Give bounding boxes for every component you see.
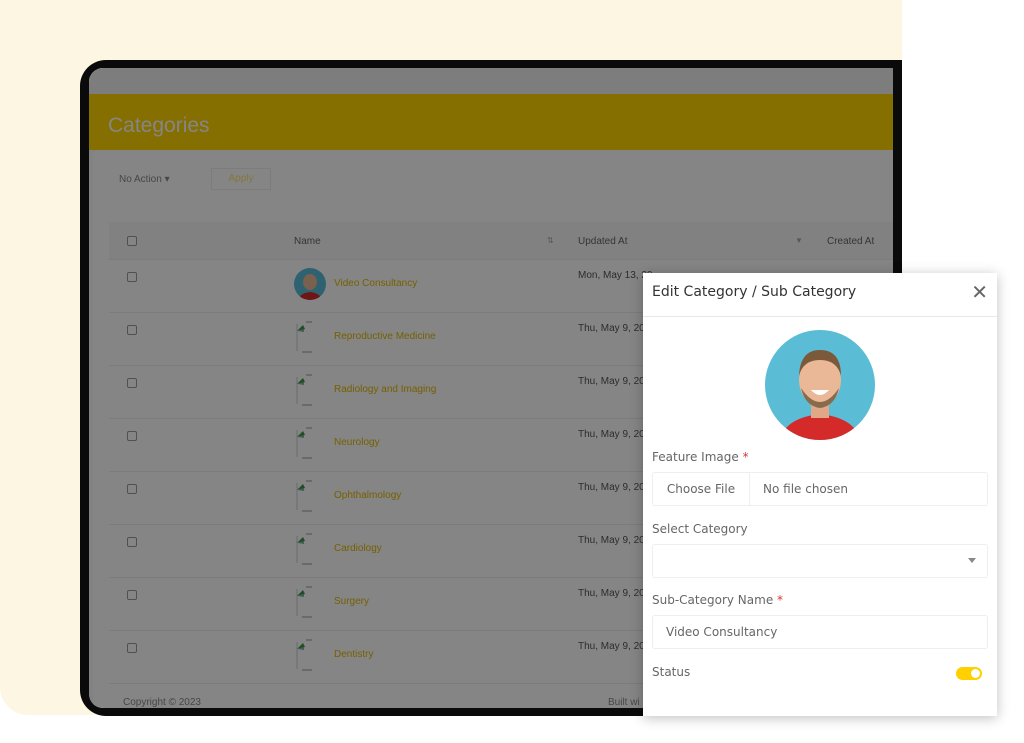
edit-category-modal: Edit Category / Sub Category ✕ Feature I… <box>643 273 997 716</box>
choose-file-button[interactable]: Choose File <box>653 473 750 505</box>
close-icon[interactable]: ✕ <box>971 282 988 302</box>
feature-image-label: Feature Image * <box>652 450 749 464</box>
subcategory-name-input[interactable]: Video Consultancy <box>652 615 988 649</box>
modal-title: Edit Category / Sub Category <box>652 284 857 300</box>
divider <box>643 316 997 317</box>
select-category-dropdown[interactable] <box>652 544 988 578</box>
status-toggle[interactable] <box>956 667 982 680</box>
select-category-label: Select Category <box>652 522 748 536</box>
subcategory-name-label: Sub-Category Name * <box>652 593 784 607</box>
toggle-knob <box>971 669 980 678</box>
subcategory-name-value: Video Consultancy <box>666 625 778 639</box>
status-label: Status <box>652 665 691 679</box>
chevron-down-icon <box>968 558 976 563</box>
file-status: No file chosen <box>763 482 849 496</box>
feature-image-preview <box>765 330 875 440</box>
feature-image-input[interactable]: Choose File No file chosen <box>652 472 988 506</box>
